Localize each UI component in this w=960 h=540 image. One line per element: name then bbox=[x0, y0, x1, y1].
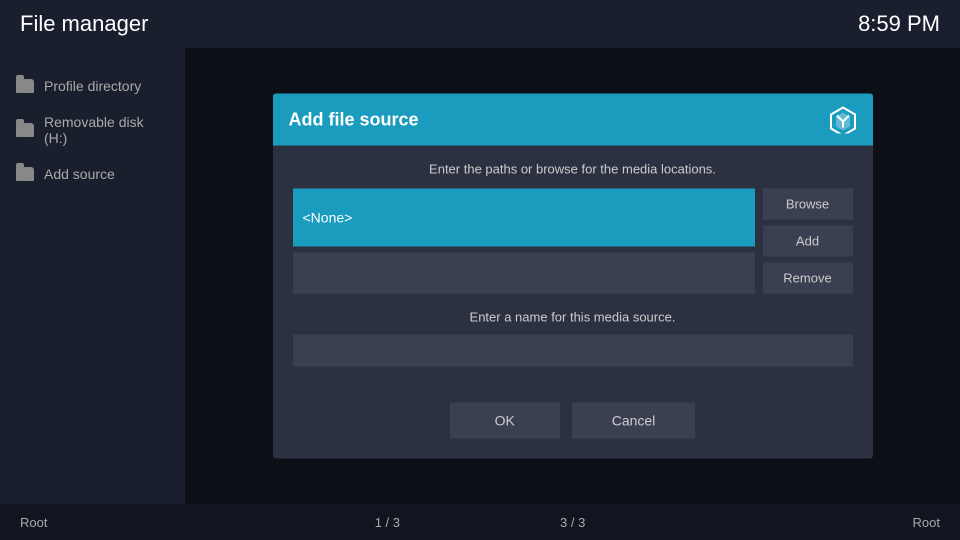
folder-icon bbox=[16, 123, 34, 137]
ok-button[interactable]: OK bbox=[450, 403, 560, 439]
add-button[interactable]: Add bbox=[763, 226, 853, 257]
sidebar-item-label: Removable disk (H:) bbox=[44, 114, 169, 146]
dialog-footer: OK Cancel bbox=[273, 387, 873, 459]
dialog-instruction: Enter the paths or browse for the media … bbox=[293, 162, 853, 177]
kodi-logo-icon bbox=[829, 106, 857, 134]
status-page-left: 1 / 3 bbox=[375, 515, 400, 530]
remove-button[interactable]: Remove bbox=[763, 263, 853, 294]
dialog-title: Add file source bbox=[289, 109, 419, 130]
folder-icon bbox=[16, 79, 34, 93]
cancel-button[interactable]: Cancel bbox=[572, 403, 696, 439]
sidebar-item-profile[interactable]: Profile directory bbox=[0, 68, 185, 104]
status-center: 1 / 3 3 / 3 bbox=[375, 515, 586, 530]
folder-icon bbox=[16, 167, 34, 181]
name-instruction: Enter a name for this media source. bbox=[293, 310, 853, 325]
status-bar: Root 1 / 3 3 / 3 Root bbox=[0, 504, 960, 540]
dialog-header: Add file source bbox=[273, 94, 873, 146]
name-section: Enter a name for this media source. bbox=[293, 310, 853, 367]
sidebar-item-removable[interactable]: Removable disk (H:) bbox=[0, 104, 185, 156]
clock: 8:59 PM bbox=[858, 11, 940, 37]
add-file-source-dialog: Add file source Enter the paths or brows… bbox=[273, 94, 873, 459]
source-name-input[interactable] bbox=[293, 335, 853, 367]
browse-button[interactable]: Browse bbox=[763, 189, 853, 220]
app-header: File manager 8:59 PM bbox=[0, 0, 960, 48]
path-list-area bbox=[293, 252, 755, 294]
status-right: Root bbox=[913, 515, 940, 530]
status-left: Root bbox=[20, 515, 47, 530]
sidebar-item-add-source[interactable]: Add source bbox=[0, 156, 185, 192]
sidebar-item-label: Add source bbox=[44, 166, 115, 182]
dialog-body: Enter the paths or browse for the media … bbox=[273, 146, 873, 387]
path-input[interactable] bbox=[293, 189, 755, 247]
app-title: File manager bbox=[20, 11, 148, 37]
main-content: Add file source Enter the paths or brows… bbox=[185, 48, 960, 504]
status-page-right: 3 / 3 bbox=[560, 515, 585, 530]
path-section: Browse Add Remove bbox=[293, 189, 853, 294]
sidebar: Profile directory Removable disk (H:) Ad… bbox=[0, 48, 185, 504]
path-buttons: Browse Add Remove bbox=[763, 189, 853, 294]
sidebar-item-label: Profile directory bbox=[44, 78, 141, 94]
